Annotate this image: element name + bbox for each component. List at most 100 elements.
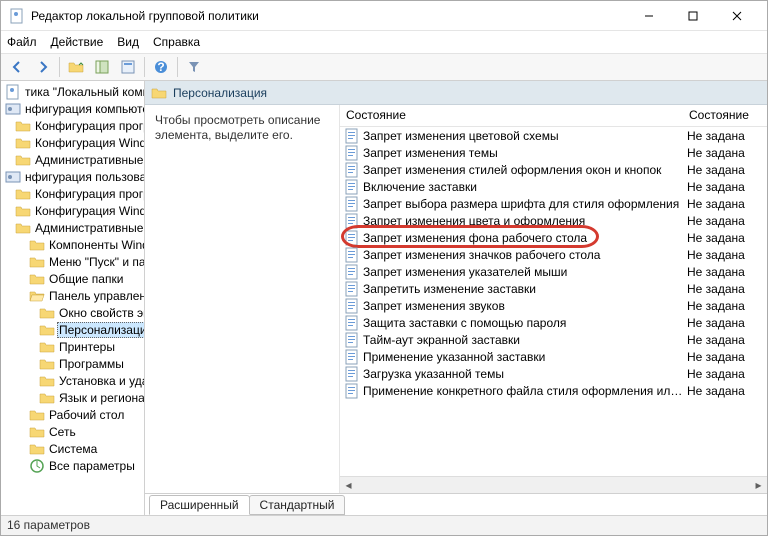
up-button[interactable] (64, 55, 88, 79)
tree-item[interactable]: Программы (1, 355, 144, 372)
folder-icon (15, 186, 31, 202)
minimize-button[interactable] (627, 2, 671, 30)
column-state[interactable]: Состояние (683, 105, 767, 126)
tree-item-label: Установка и удален (57, 374, 145, 388)
tree-item[interactable]: Установка и удален (1, 372, 144, 389)
policy-list-pane: Состояние Состояние Запрет изменения цве… (339, 105, 767, 493)
policy-name: Загрузка указанной темы (363, 367, 687, 381)
scroll-right-button[interactable]: ▸ (750, 477, 767, 494)
policy-name: Запрет изменения звуков (363, 299, 687, 313)
policy-state: Не задана (687, 146, 767, 160)
policy-row[interactable]: Загрузка указанной темыНе задана (340, 365, 767, 382)
menu-view[interactable]: Вид (117, 35, 139, 49)
policy-icon (344, 247, 360, 263)
policy-row[interactable]: Запрет выбора размера шрифта для стиля о… (340, 195, 767, 212)
statusbar: 16 параметров (1, 515, 767, 535)
tree-item[interactable]: Система (1, 440, 144, 457)
policy-row[interactable]: Включение заставкиНе задана (340, 178, 767, 195)
menu-file[interactable]: Файл (7, 35, 37, 49)
tab-extended[interactable]: Расширенный (149, 495, 250, 515)
tree-item[interactable]: Сеть (1, 423, 144, 440)
tree-item-label: Система (47, 442, 99, 456)
tree-item[interactable]: Административные шабло (1, 219, 144, 236)
tree-item[interactable]: Конфигурация Windows (1, 134, 144, 151)
config-icon (5, 169, 21, 185)
scrollbar-horizontal[interactable]: ◂ ▸ (340, 476, 767, 493)
tree-item[interactable]: нфигурация компьютера (1, 100, 144, 117)
show-hide-tree-button[interactable] (90, 55, 114, 79)
tree-item[interactable]: Панель управления (1, 287, 144, 304)
tree-item[interactable]: Принтеры (1, 338, 144, 355)
policy-icon (344, 383, 360, 399)
content-area: тика "Локальный компьютенфигурация компь… (1, 81, 767, 515)
folder-icon (15, 203, 31, 219)
tree-pane[interactable]: тика "Локальный компьютенфигурация компь… (1, 81, 145, 515)
policy-row[interactable]: Применение указанной заставкиНе задана (340, 348, 767, 365)
folder-icon (29, 254, 45, 270)
tree-item-label: Программы (57, 357, 126, 371)
column-name[interactable]: Состояние (340, 105, 683, 126)
tree-item[interactable]: Окно свойств экран (1, 304, 144, 321)
policy-row[interactable]: Запрет изменения цвета и оформленияНе за… (340, 212, 767, 229)
tree-item[interactable]: Все параметры (1, 457, 144, 474)
policy-name: Запрет изменения фона рабочего стола (363, 231, 687, 245)
policy-icon (344, 145, 360, 161)
close-button[interactable] (715, 2, 759, 30)
tab-standard[interactable]: Стандартный (249, 495, 346, 515)
policy-row[interactable]: Запрет изменения указателей мышиНе задан… (340, 263, 767, 280)
tree-item[interactable]: Рабочий стол (1, 406, 144, 423)
filter-button[interactable] (182, 55, 206, 79)
tree-item[interactable]: тика "Локальный компьюте (1, 83, 144, 100)
menu-action[interactable]: Действие (51, 35, 104, 49)
tree-item[interactable]: Язык и региональн (1, 389, 144, 406)
policy-state: Не задана (687, 248, 767, 262)
forward-button[interactable] (31, 55, 55, 79)
policy-state: Не задана (687, 367, 767, 381)
menubar: Файл Действие Вид Справка (1, 31, 767, 53)
back-button[interactable] (5, 55, 29, 79)
tree-item[interactable]: Общие папки (1, 270, 144, 287)
policy-row[interactable]: Применение конкретного файла стиля оформ… (340, 382, 767, 399)
policy-icon (344, 315, 360, 331)
policy-icon (344, 179, 360, 195)
policy-icon (344, 196, 360, 212)
policy-row[interactable]: Запретить изменение заставкиНе задана (340, 280, 767, 297)
right-pane: Персонализация Чтобы просмотреть описани… (145, 81, 767, 515)
folder-icon (29, 424, 45, 440)
folder-icon (151, 85, 167, 101)
policy-row[interactable]: Запрет изменения звуковНе задана (340, 297, 767, 314)
policy-row[interactable]: Запрет изменения темыНе задана (340, 144, 767, 161)
policy-icon (344, 230, 360, 246)
maximize-button[interactable] (671, 2, 715, 30)
policy-name: Запрет изменения темы (363, 146, 687, 160)
menu-help[interactable]: Справка (153, 35, 200, 49)
tree-item[interactable]: Административные шабло (1, 151, 144, 168)
tree-item-label: Все параметры (47, 459, 137, 473)
properties-button[interactable] (116, 55, 140, 79)
policy-icon (344, 264, 360, 280)
policy-row[interactable]: Защита заставки с помощью пароляНе задан… (340, 314, 767, 331)
policy-row[interactable]: Запрет изменения значков рабочего столаН… (340, 246, 767, 263)
tree-item[interactable]: Персонализация (1, 321, 144, 338)
tree-item[interactable]: Меню "Пуск" и панель (1, 253, 144, 270)
scroll-track[interactable] (357, 477, 750, 494)
scroll-left-button[interactable]: ◂ (340, 477, 357, 494)
policy-name: Применение конкретного файла стиля оформ… (363, 384, 687, 398)
policy-row[interactable]: Запрет изменения стилей оформления окон … (340, 161, 767, 178)
help-button[interactable]: ? (149, 55, 173, 79)
folder-icon (29, 237, 45, 253)
tree-item[interactable]: Компоненты Windows (1, 236, 144, 253)
tree-item[interactable]: Конфигурация программ (1, 185, 144, 202)
policy-row[interactable]: Запрет изменения фона рабочего столаНе з… (340, 229, 767, 246)
tree-item[interactable]: Конфигурация Windows (1, 202, 144, 219)
policy-icon (344, 298, 360, 314)
tree-item-label: Панель управления (47, 289, 145, 303)
tree-item[interactable]: Конфигурация программ (1, 117, 144, 134)
tree-item-label: Общие папки (47, 272, 125, 286)
tree-item[interactable]: нфигурация пользователя (1, 168, 144, 185)
folder-icon (15, 135, 31, 151)
policy-list[interactable]: Запрет изменения цветовой схемыНе задана… (340, 127, 767, 476)
policy-row[interactable]: Тайм-аут экранной заставкиНе задана (340, 331, 767, 348)
policy-row[interactable]: Запрет изменения цветовой схемыНе задана (340, 127, 767, 144)
policy-state: Не задана (687, 350, 767, 364)
